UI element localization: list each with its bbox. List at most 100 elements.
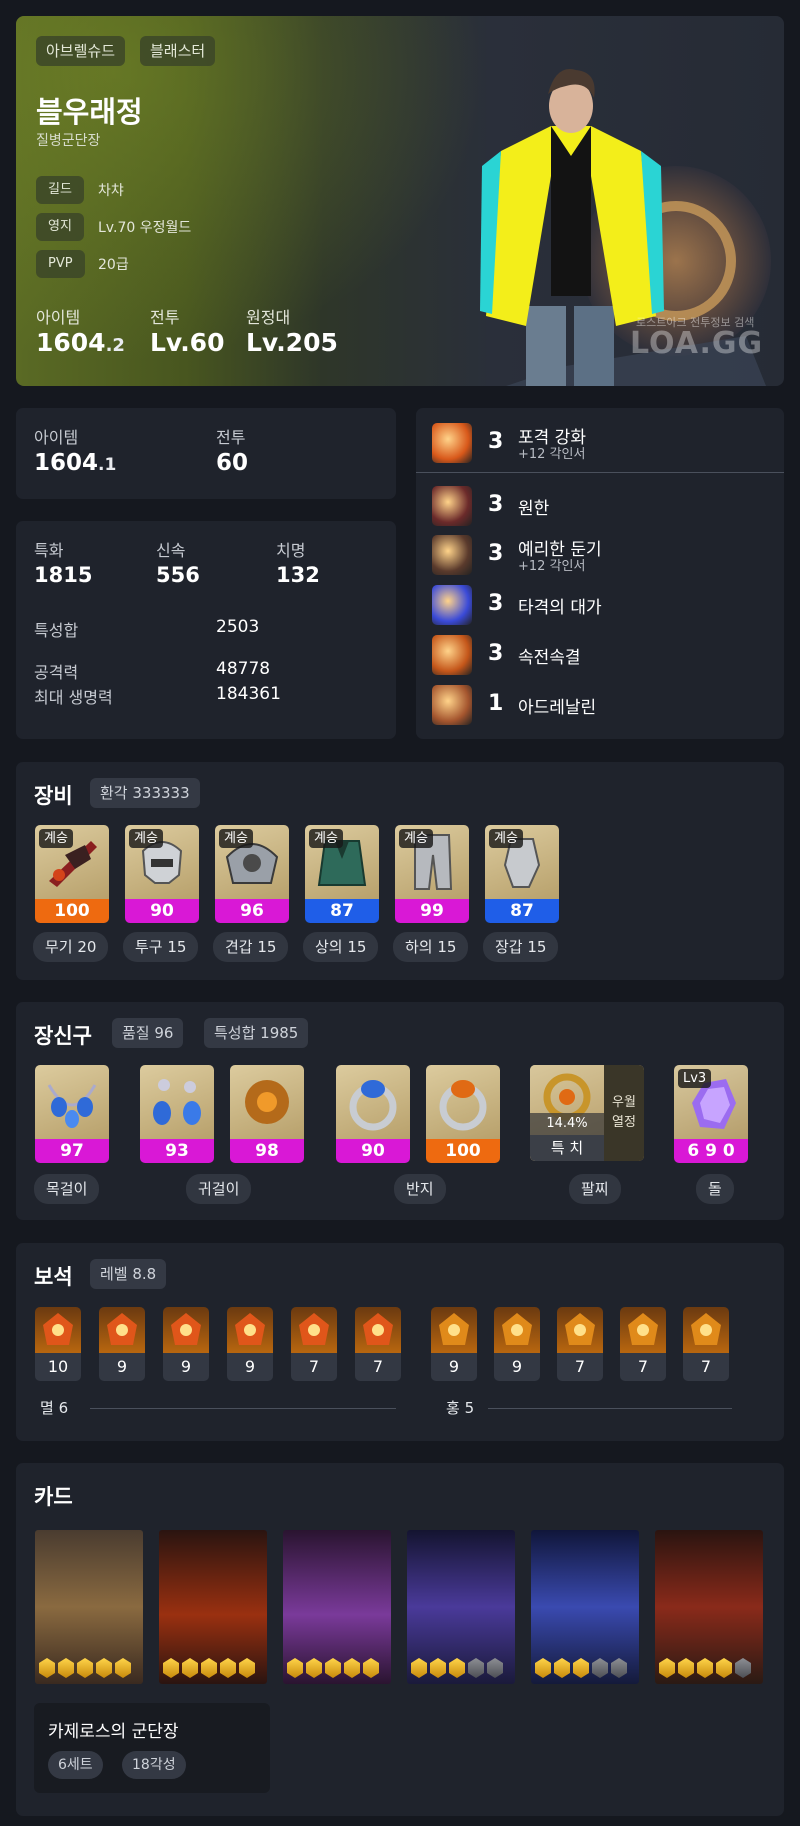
card-set-count[interactable]: 6세트 (48, 1751, 103, 1779)
max-hp-label: 최대 생명력 (34, 688, 113, 707)
gem-divider (488, 1408, 732, 1409)
gem-icon (431, 1307, 477, 1353)
character-name: 블우래정 (36, 95, 143, 129)
accessory-label: 팔찌 (569, 1174, 621, 1204)
engraving-book: +12 각인서 (518, 447, 586, 462)
engraving-name: 원한 (518, 499, 550, 519)
crimson-gem[interactable]: 9 (494, 1307, 540, 1381)
quality-bar: 96 (215, 899, 289, 923)
equipment-label: 상의 15 (303, 932, 379, 962)
accessory-item[interactable]: 98 (230, 1065, 304, 1163)
accessory-item[interactable]: 97 (35, 1065, 109, 1163)
engraving-name: 타격의 대가 (518, 598, 602, 618)
bracelet-card[interactable]: 14.4% 특 치 우월 열정 (530, 1065, 644, 1161)
equipment-item[interactable]: 계승 87 (305, 825, 379, 923)
accessory-label: 귀걸이 (186, 1174, 252, 1204)
accessory-item[interactable]: 93 (140, 1065, 214, 1163)
pvp-label: PVP (36, 250, 85, 278)
gem-level: 9 (163, 1353, 209, 1381)
engraving-level: 1 (488, 691, 504, 716)
stat-label: 특화 (34, 541, 64, 560)
engraving-level: 3 (488, 541, 504, 566)
stat-label: 치명 (276, 541, 306, 560)
card-item[interactable] (655, 1530, 763, 1684)
gem-level: 9 (227, 1353, 273, 1381)
stat-value: 556 (156, 563, 200, 587)
card-item[interactable] (35, 1530, 143, 1684)
engraving-row[interactable]: 3 타격의 대가 (432, 585, 772, 625)
crimson-gem[interactable]: 9 (431, 1307, 477, 1381)
card-item[interactable] (159, 1530, 267, 1684)
quality-bar: 99 (395, 899, 469, 923)
annihilation-gem[interactable]: 7 (355, 1307, 401, 1381)
stone-level: Lv3 (678, 1069, 712, 1088)
bracelet-stat: 특 치 (530, 1135, 604, 1161)
engraving-icon (432, 635, 472, 675)
crimson-gem[interactable]: 7 (620, 1307, 666, 1381)
equipment-title: 장비 (34, 784, 73, 808)
card-item[interactable] (283, 1530, 391, 1684)
annihilation-gem[interactable]: 9 (99, 1307, 145, 1381)
character-hero: 로스트아크 전투정보 검색 LOA.GG 아브렐슈드 블래스터 블우래정 질병군… (16, 16, 784, 386)
class-badge[interactable]: 블래스터 (140, 36, 216, 66)
accessory-label: 돌 (696, 1174, 734, 1204)
item-level-value: 1604.2 (36, 328, 125, 357)
ring-icon (336, 1065, 410, 1139)
card-set-awakening[interactable]: 18각성 (122, 1751, 186, 1779)
gem-title: 보석 (34, 1265, 73, 1289)
roster-level-value: Lv.205 (246, 328, 338, 357)
engraving-row[interactable]: 3 원한 (432, 486, 772, 526)
engraving-row[interactable]: 3 속전속결 (432, 635, 772, 675)
attack-value: 48778 (216, 659, 271, 679)
gem-icon (620, 1307, 666, 1353)
gem-level-badge[interactable]: 레벨 8.8 (90, 1259, 167, 1289)
annihilation-gem[interactable]: 9 (227, 1307, 273, 1381)
succession-tag: 계승 (309, 829, 343, 848)
card-item[interactable] (531, 1530, 639, 1684)
annihilation-gem[interactable]: 7 (291, 1307, 337, 1381)
level-panel: 아이템 1604.1 전투 60 (16, 408, 396, 499)
earring-icon (230, 1065, 304, 1139)
equipment-label: 견갑 15 (213, 932, 289, 962)
bracelet-side: 우월 열정 (604, 1065, 644, 1161)
card-awakening (411, 1658, 503, 1678)
crimson-gem[interactable]: 7 (683, 1307, 729, 1381)
quality-bar: 87 (305, 899, 379, 923)
server-badge[interactable]: 아브렐슈드 (36, 36, 126, 66)
engraving-row[interactable]: 3 포격 강화 +12 각인서 (432, 423, 772, 463)
engraving-icon (432, 423, 472, 463)
gem-icon (557, 1307, 603, 1353)
equipment-item[interactable]: 계승 87 (485, 825, 559, 923)
card-awakening (163, 1658, 255, 1678)
gem-icon (291, 1307, 337, 1353)
accessory-item[interactable]: 100 (426, 1065, 500, 1163)
annihilation-gem[interactable]: 10 (35, 1307, 81, 1381)
quality-bar: 98 (230, 1139, 304, 1163)
equipment-item[interactable]: 계승 100 (35, 825, 109, 923)
quality-badge[interactable]: 품질 96 (112, 1018, 184, 1048)
gem-level: 9 (99, 1353, 145, 1381)
engraving-row[interactable]: 1 아드레날린 (432, 685, 772, 725)
annihilation-gem[interactable]: 9 (163, 1307, 209, 1381)
elixir-badge[interactable]: 환각 333333 (90, 778, 200, 808)
engraving-row[interactable]: 3 예리한 둔기 +12 각인서 (432, 535, 772, 575)
crimson-gem[interactable]: 7 (557, 1307, 603, 1381)
stat-label: 신속 (156, 541, 186, 560)
engraving-icon (432, 585, 472, 625)
estate-label: 영지 (36, 213, 84, 241)
succession-tag: 계승 (399, 829, 433, 848)
succession-tag: 계승 (129, 829, 163, 848)
bracelet-effect-1: 우월 (612, 1095, 636, 1110)
ability-stone[interactable]: Lv3 6 9 0 (674, 1065, 748, 1163)
accessory-label: 반지 (394, 1174, 446, 1204)
quality-bar: 97 (35, 1139, 109, 1163)
card-item[interactable] (407, 1530, 515, 1684)
equipment-item[interactable]: 계승 99 (395, 825, 469, 923)
stat-sum-badge[interactable]: 특성합 1985 (204, 1018, 309, 1048)
equipment-item[interactable]: 계승 90 (125, 825, 199, 923)
equipment-item[interactable]: 계승 96 (215, 825, 289, 923)
accessory-item[interactable]: 90 (336, 1065, 410, 1163)
combat-level-label: 전투 (150, 308, 180, 327)
gem-level: 7 (557, 1353, 603, 1381)
succession-tag: 계승 (39, 829, 73, 848)
